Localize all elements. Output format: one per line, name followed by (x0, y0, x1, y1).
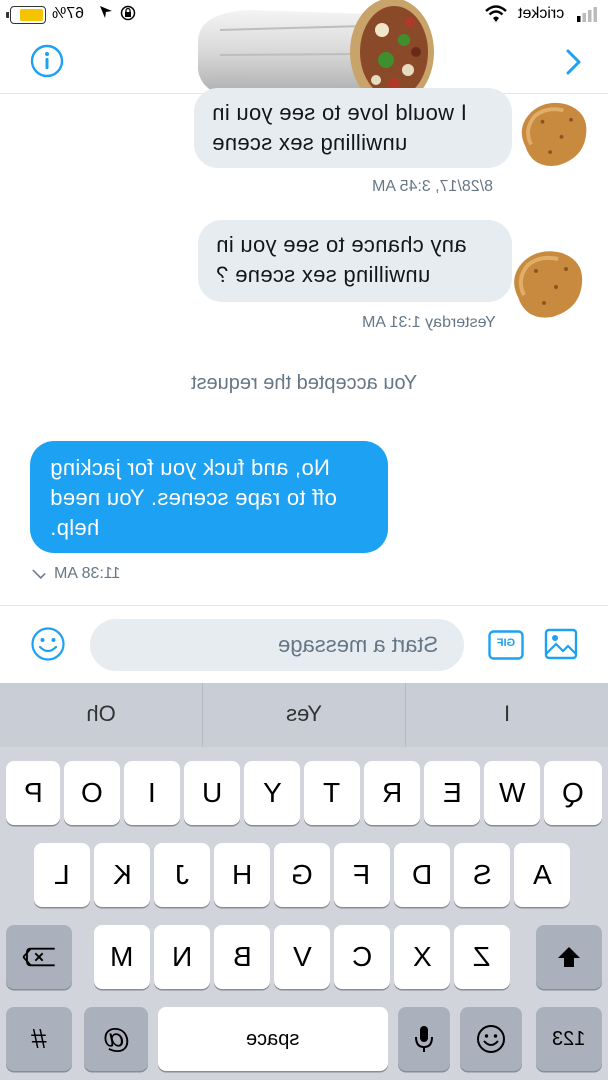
signal-bars-icon (577, 7, 597, 22)
at-key[interactable]: @ (84, 1007, 148, 1071)
key-w[interactable]: W (484, 761, 540, 825)
potato-emoji (521, 102, 587, 166)
key-s[interactable]: S (454, 843, 510, 907)
message-line: unwilling sex scene ? (216, 262, 431, 287)
key-i[interactable]: I (124, 761, 180, 825)
key-l[interactable]: L (34, 843, 90, 907)
backspace-icon (22, 947, 55, 967)
carrier-name: cricket (518, 5, 565, 22)
message-input[interactable]: Start a message (90, 619, 464, 671)
key-o[interactable]: O (64, 761, 120, 825)
message-line: No, and fuck you for jacking (50, 455, 330, 480)
checkmark-icon (32, 569, 46, 580)
image-icon[interactable] (544, 627, 578, 661)
keyboard: I Yes Oh Q W E R T Y U I O P A S D F G H… (0, 683, 608, 1080)
gif-label: GIF (496, 637, 516, 649)
message-line: off to rape scenes. You need (50, 485, 337, 510)
rotation-lock-icon (120, 5, 136, 21)
info-circle-icon[interactable] (30, 44, 64, 78)
message-bubble[interactable]: any chance to see you in unwilling sex s… (198, 220, 512, 302)
reply-bubble[interactable]: No, and fuck you for jacking off to rape… (30, 441, 388, 553)
prediction-item[interactable]: I (406, 683, 608, 747)
microphone-icon (415, 1026, 433, 1052)
system-message: You accepted the request (190, 372, 418, 394)
key-y[interactable]: Y (244, 761, 300, 825)
wifi-icon (485, 5, 507, 22)
prediction-bar: I Yes Oh (0, 683, 608, 747)
key-r[interactable]: R (364, 761, 420, 825)
message-line: help. (50, 515, 100, 540)
message-line: unwilling sex scene (212, 130, 408, 155)
key-u[interactable]: U (184, 761, 240, 825)
conversation-header (0, 0, 608, 106)
message-composer: Start a message GIF (0, 605, 608, 683)
key-g[interactable]: G (274, 843, 330, 907)
smiley-icon[interactable] (30, 626, 66, 662)
space-key[interactable]: space (158, 1007, 388, 1071)
hash-key[interactable]: # (6, 1007, 72, 1071)
chevron-right-icon[interactable] (562, 48, 586, 76)
numbers-key[interactable]: 123 (536, 1007, 602, 1071)
message-line: I would love to see you in (212, 100, 467, 125)
battery-percentage: 67% (52, 5, 85, 22)
key-a[interactable]: A (514, 843, 570, 907)
location-arrow-icon (100, 6, 112, 18)
key-q[interactable]: Q (544, 761, 602, 825)
prediction-item[interactable]: Oh (0, 683, 202, 747)
key-d[interactable]: D (394, 843, 450, 907)
backspace-key[interactable] (6, 925, 72, 989)
message-bubble[interactable]: I would love to see you in unwilling sex… (194, 88, 512, 168)
emoji-key[interactable] (460, 1007, 522, 1071)
emoji-icon (477, 1025, 505, 1053)
key-f[interactable]: F (334, 843, 390, 907)
key-z[interactable]: Z (454, 925, 510, 989)
prediction-item[interactable]: Yes (203, 683, 405, 747)
key-t[interactable]: T (304, 761, 360, 825)
key-e[interactable]: E (424, 761, 480, 825)
key-m[interactable]: M (94, 925, 150, 989)
key-j[interactable]: J (154, 843, 210, 907)
message-timestamp: Yesterday 1:31 AM (362, 314, 496, 331)
key-n[interactable]: N (154, 925, 210, 989)
key-x[interactable]: X (394, 925, 450, 989)
message-line: any chance to see you in (216, 232, 467, 257)
battery-icon (6, 6, 46, 24)
reply-timestamp: 11:38 AM (32, 565, 152, 583)
shift-key[interactable] (536, 925, 602, 989)
shift-icon (558, 947, 580, 967)
key-p[interactable]: P (6, 761, 60, 825)
key-c[interactable]: C (334, 925, 390, 989)
message-timestamp: 8/28/17, 3:45 AM (372, 178, 493, 195)
potato-emoji (514, 251, 583, 318)
key-k[interactable]: K (94, 843, 150, 907)
key-h[interactable]: H (214, 843, 270, 907)
key-v[interactable]: V (274, 925, 330, 989)
microphone-key[interactable] (398, 1007, 450, 1071)
key-b[interactable]: B (214, 925, 270, 989)
